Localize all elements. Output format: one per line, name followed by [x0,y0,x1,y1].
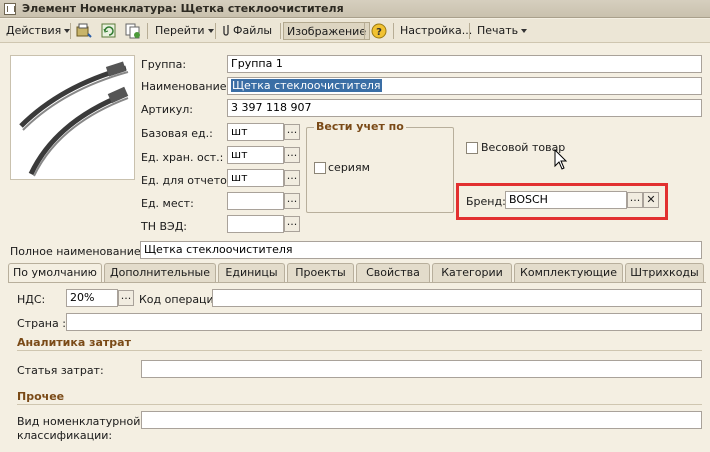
cost-item-label: Статья затрат: [17,364,104,377]
goto-menu[interactable]: Перейти [152,22,217,40]
toolbar-separator [215,23,216,39]
svg-text:?: ? [376,27,382,38]
storage-unit-field[interactable]: шт [227,146,284,164]
print-menu[interactable]: Печать [474,22,530,40]
article-field[interactable]: 3 397 118 907 [227,99,702,117]
name-label: Наименование: [141,80,231,93]
files-button[interactable]: Файлы [220,22,275,40]
article-label: Артикул: [141,103,193,116]
image-button[interactable]: Изображение [283,22,371,40]
ellipsis-icon[interactable]: ... [284,124,300,140]
actions-menu[interactable]: Действия [3,22,73,40]
ellipsis-icon[interactable]: ... [284,193,300,209]
toolbar: Действия Перейти Файлы Изображение ? Нас… [0,19,710,43]
full-name-label: Полное наименование: [10,245,145,258]
goto-label: Перейти [155,24,205,37]
wiper-blade-image [19,61,129,177]
weight-item-label: Весовой товар [481,141,566,154]
name-field[interactable]: Щетка стеклоочистителя [227,77,702,95]
clear-icon[interactable]: ✕ [643,192,659,208]
print-label: Печать [477,24,519,37]
country-field[interactable] [66,313,702,331]
ellipsis-icon[interactable]: ... [627,192,643,208]
group-field[interactable]: Группа 1 [227,55,702,73]
app-icon [4,3,16,15]
other-title: Прочее [17,390,65,403]
base-unit-label: Базовая ед.: [141,127,213,140]
toolbar-separator [469,23,470,39]
section-divider [17,404,702,405]
ellipsis-icon[interactable]: ... [284,147,300,163]
ellipsis-icon[interactable]: ... [284,216,300,232]
files-label: Файлы [233,24,273,37]
nomenclature-type-field[interactable] [141,411,702,429]
settings-button[interactable]: Настройка... [397,22,475,40]
country-label: Страна : [17,317,66,330]
vat-field[interactable]: 20% [66,289,118,307]
tab-divider [8,282,706,283]
places-unit-label: Ед. мест: [141,197,194,210]
save-folder-icon[interactable] [75,22,93,40]
ellipsis-icon[interactable]: ... [118,290,134,306]
toolbar-separator [147,23,148,39]
tab-additional[interactable]: Дополнительные [104,263,216,282]
help-icon[interactable]: ? [370,22,388,40]
name-selected-text: Щетка стеклоочистителя [231,79,382,92]
paperclip-icon [223,22,233,39]
brand-field[interactable]: BOSCH [505,191,627,209]
actions-label: Действия [6,24,62,37]
base-unit-field[interactable]: шт [227,123,284,141]
tab-properties[interactable]: Свойства [356,263,430,282]
cost-analytics-title: Аналитика затрат [17,336,131,349]
full-name-field[interactable]: Щетка стеклоочистителя [140,241,702,259]
report-unit-label: Ед. для отчетов: [141,174,238,187]
report-unit-field[interactable]: шт [227,169,284,187]
tab-barcodes[interactable]: Штрихкоды [625,263,704,282]
mouse-cursor-icon [554,148,570,171]
tab-components[interactable]: Комплектующие [514,263,623,282]
copy-icon[interactable] [124,22,142,40]
image-label: Изображение [287,25,367,38]
vat-label: НДС: [17,293,46,306]
series-label: сериям [328,161,370,174]
section-divider [17,350,702,351]
weight-item-checkbox[interactable] [466,142,478,154]
toolbar-separator [393,23,394,39]
nomenclature-type-label-line1: Вид номенклатурной [17,415,141,428]
title-bar: Элемент Номенклатура: Щетка стеклоочисти… [0,0,710,18]
operation-code-field[interactable] [212,289,702,307]
chevron-down-icon [207,29,214,33]
toolbar-separator [364,23,365,39]
nomenclature-type-label-line2: классификации: [17,429,113,442]
tab-projects[interactable]: Проекты [287,263,354,282]
ellipsis-icon[interactable]: ... [284,170,300,186]
tab-default[interactable]: По умолчанию [8,263,102,283]
chevron-down-icon [521,29,528,33]
tab-categories[interactable]: Категории [432,263,512,282]
cost-item-field[interactable] [141,360,702,378]
tab-units[interactable]: Единицы [218,263,285,282]
window-title: Элемент Номенклатура: Щетка стеклоочисти… [22,2,344,15]
brand-label: Бренд: [466,195,506,208]
toolbar-separator [280,23,281,39]
toolbar-separator [70,23,71,39]
refresh-icon[interactable] [100,22,118,40]
track-by-title: Вести учет по [314,120,406,133]
settings-label: Настройка... [400,24,473,37]
storage-unit-label: Ед. хран. ост.: [141,151,224,164]
tnved-field[interactable] [227,215,284,233]
series-checkbox[interactable] [314,162,326,174]
places-unit-field[interactable] [227,192,284,210]
group-label: Группа: [141,58,187,71]
tnved-label: ТН ВЭД: [141,220,188,233]
item-picture[interactable] [10,55,135,180]
